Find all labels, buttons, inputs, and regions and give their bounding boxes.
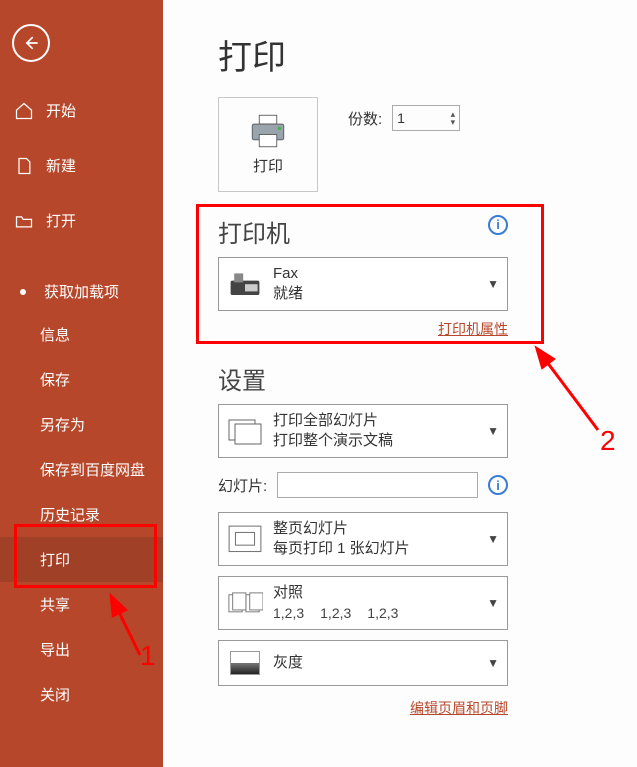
sidebar-item-label: 另存为	[40, 414, 85, 435]
sidebar-item-label: 历史记录	[40, 504, 100, 525]
page-title: 打印	[218, 30, 597, 79]
printer-properties-link[interactable]: 打印机属性	[438, 321, 508, 337]
sidebar-item-open[interactable]: 打开	[0, 200, 163, 241]
folder-open-icon	[14, 211, 34, 231]
color-line1: 灰度	[273, 653, 487, 673]
printer-name: Fax	[273, 264, 487, 284]
sidebar-item-save-baidu[interactable]: 保存到百度网盘	[0, 447, 163, 492]
slides-label: 幻灯片:	[218, 475, 267, 496]
file-icon	[14, 156, 34, 176]
header-footer-link[interactable]: 编辑页眉和页脚	[410, 700, 508, 716]
layout-selector[interactable]: 整页幻灯片 每页打印 1 张幻灯片 ▼	[218, 512, 508, 566]
sidebar-item-history[interactable]: 历史记录	[0, 492, 163, 537]
sidebar-item-save[interactable]: 保存	[0, 357, 163, 402]
sidebar-item-label: 信息	[40, 324, 70, 345]
layout-line2: 每页打印 1 张幻灯片	[273, 539, 487, 559]
sidebar-item-new[interactable]: 新建	[0, 145, 163, 186]
collate-num: 1,2,3	[320, 603, 351, 623]
chevron-down-icon: ▼	[487, 277, 499, 291]
copies-label: 份数:	[348, 108, 382, 129]
sidebar-item-saveas[interactable]: 另存为	[0, 402, 163, 447]
color-selector[interactable]: 灰度 ▼	[218, 640, 508, 686]
info-icon[interactable]: i	[488, 215, 508, 235]
sidebar-item-label: 关闭	[40, 684, 70, 705]
chevron-down-icon: ▼	[487, 532, 499, 546]
main-panel: 打印 打印 份数: 1 ▴▾ 打印机 i Fax 就	[163, 0, 637, 767]
sidebar-item-home[interactable]: 开始	[0, 90, 163, 131]
chevron-down-icon: ▼	[487, 656, 499, 670]
sidebar-item-label: 获取加载项	[44, 281, 119, 302]
layout-line1: 整页幻灯片	[273, 519, 487, 539]
print-scope-selector[interactable]: 打印全部幻灯片 打印整个演示文稿 ▼	[218, 404, 508, 458]
spinner-icon[interactable]: ▴▾	[451, 110, 456, 126]
sidebar-item-label: 保存	[40, 369, 70, 390]
sidebar: 开始 新建 打开 获取加载项 信息 保存 另存为 保存到百度网盘 历史记录 打印…	[0, 0, 163, 767]
sidebar-item-share[interactable]: 共享	[0, 582, 163, 627]
full-page-icon	[227, 521, 263, 557]
collate-num: 1,2,3	[367, 603, 398, 623]
sidebar-item-label: 新建	[46, 155, 76, 176]
print-button[interactable]: 打印	[218, 97, 318, 192]
sidebar-item-addins[interactable]: 获取加载项	[0, 271, 163, 312]
collate-selector[interactable]: 对照 1,2,3 1,2,3 1,2,3 ▼	[218, 576, 508, 630]
sidebar-item-close[interactable]: 关闭	[0, 672, 163, 717]
fax-icon	[227, 266, 263, 302]
chevron-down-icon: ▼	[487, 424, 499, 438]
collate-line1: 对照	[273, 583, 487, 603]
sidebar-item-print[interactable]: 打印	[0, 537, 163, 582]
collate-icon	[227, 585, 263, 621]
collate-num: 1,2,3	[273, 603, 304, 623]
printer-section-title: 打印机	[218, 214, 290, 249]
printer-status: 就绪	[273, 284, 487, 304]
back-button[interactable]	[12, 24, 50, 62]
info-icon[interactable]: i	[488, 475, 508, 495]
printer-selector[interactable]: Fax 就绪 ▼	[218, 257, 508, 311]
sidebar-item-label: 共享	[40, 594, 70, 615]
arrow-left-icon	[21, 33, 41, 53]
sidebar-item-label: 打开	[46, 210, 76, 231]
sidebar-item-label: 开始	[46, 100, 76, 121]
sidebar-item-label: 导出	[40, 639, 70, 660]
print-button-label: 打印	[253, 155, 283, 176]
sidebar-item-info[interactable]: 信息	[0, 312, 163, 357]
grayscale-icon	[227, 645, 263, 681]
slides-all-icon	[227, 413, 263, 449]
scope-line1: 打印全部幻灯片	[273, 411, 487, 431]
printer-icon	[247, 113, 289, 149]
copies-value: 1	[397, 110, 405, 126]
copies-input[interactable]: 1 ▴▾	[392, 105, 460, 131]
chevron-down-icon: ▼	[487, 596, 499, 610]
sidebar-item-label: 打印	[40, 549, 70, 570]
settings-section-title: 设置	[218, 361, 597, 396]
home-icon	[14, 101, 34, 121]
sidebar-item-export[interactable]: 导出	[0, 627, 163, 672]
sidebar-item-label: 保存到百度网盘	[40, 459, 145, 480]
slides-input[interactable]	[277, 472, 478, 498]
scope-line2: 打印整个演示文稿	[273, 431, 487, 451]
